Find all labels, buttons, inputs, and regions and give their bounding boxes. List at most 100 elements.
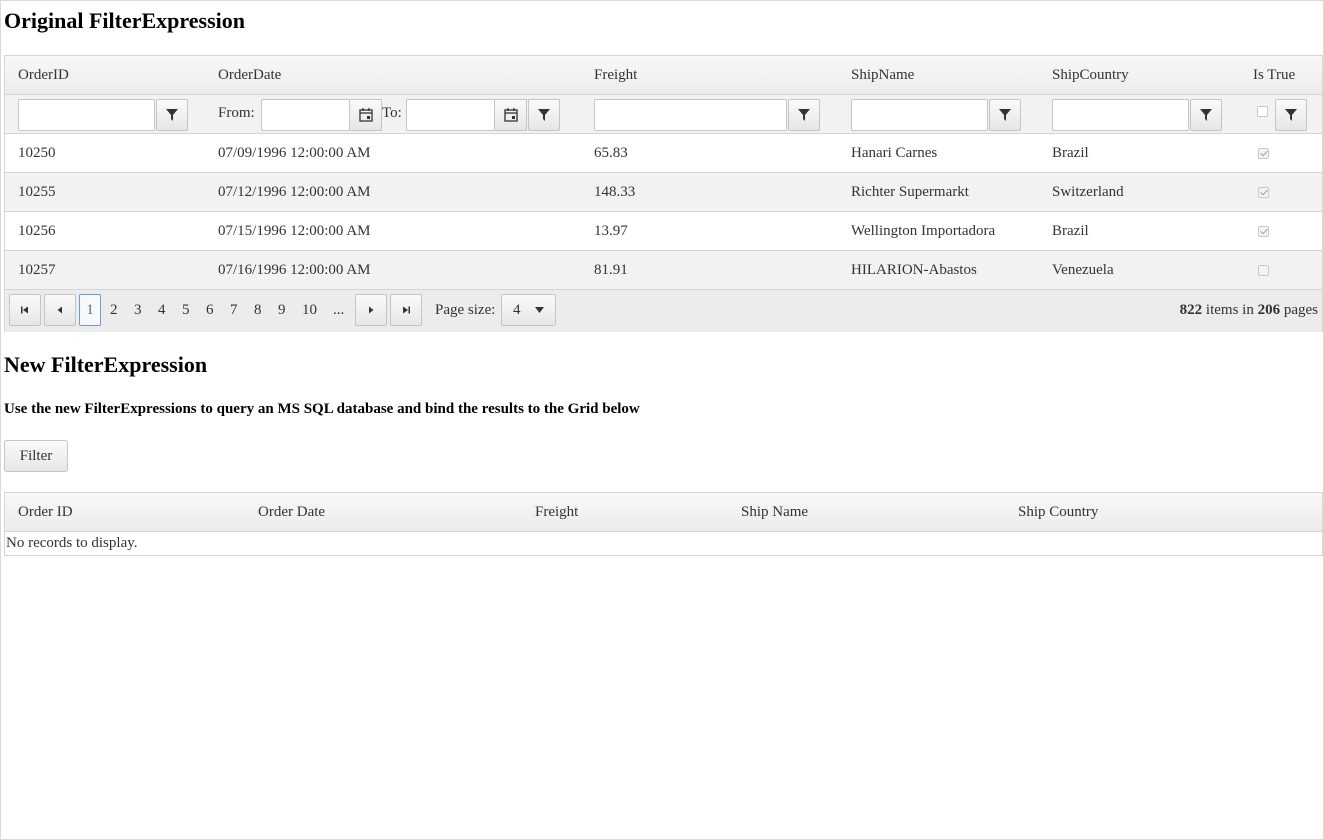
orderid-filter-button[interactable] — [156, 99, 188, 131]
cell-shipname: HILARION-Abastos — [851, 262, 977, 278]
column-header-order-id[interactable]: Order ID — [18, 504, 73, 521]
first-page-button[interactable] — [9, 294, 41, 326]
page-10[interactable]: 10 — [302, 302, 317, 319]
filter-icon — [166, 109, 178, 121]
grid-header-row: OrderID OrderDate Freight ShipName ShipC… — [5, 56, 1322, 95]
orderid-filter-input[interactable] — [18, 99, 155, 131]
pager-summary: 822 items in 206 pages — [1180, 302, 1318, 319]
table-row[interactable]: 10250 07/09/1996 12:00:00 AM 65.83 Hanar… — [5, 134, 1322, 173]
cell-orderid: 10257 — [18, 262, 56, 278]
column-header-shipcountry[interactable]: ShipCountry — [1052, 67, 1129, 84]
prev-page-icon — [57, 306, 62, 314]
next-page-button[interactable] — [355, 294, 387, 326]
last-page-icon — [403, 306, 410, 314]
filter-icon — [1285, 109, 1297, 121]
page-3[interactable]: 3 — [134, 302, 142, 319]
orders-grid: OrderID OrderDate Freight ShipName ShipC… — [4, 55, 1323, 332]
table-row[interactable]: 10257 07/16/1996 12:00:00 AM 81.91 HILAR… — [5, 251, 1322, 290]
cell-shipname: Hanari Carnes — [851, 145, 938, 161]
freight-filter-button[interactable] — [788, 99, 820, 131]
total-pages: 206 — [1257, 302, 1281, 318]
items-in-label: items in — [1205, 302, 1254, 318]
cell-istrue-checkbox — [1258, 148, 1269, 159]
cell-freight: 81.91 — [594, 262, 628, 278]
table-row[interactable]: 10256 07/15/1996 12:00:00 AM 13.97 Welli… — [5, 212, 1322, 251]
filter-button[interactable]: Filter — [4, 440, 68, 472]
cell-istrue-checkbox — [1258, 265, 1269, 276]
results-grid: Order ID Order Date Freight Ship Name Sh… — [4, 492, 1323, 556]
column-header-order-date[interactable]: Order Date — [258, 504, 325, 521]
page-size-value: 4 — [513, 302, 521, 318]
column-header-istrue[interactable]: Is True — [1253, 67, 1295, 84]
date-to-label: To: — [382, 105, 402, 121]
istrue-filter-checkbox[interactable] — [1257, 106, 1268, 117]
column-header-freight[interactable]: Freight — [594, 67, 637, 84]
results-header-row: Order ID Order Date Freight Ship Name Sh… — [5, 493, 1322, 532]
page-size-label: Page size: — [435, 302, 496, 318]
total-items: 822 — [1179, 302, 1203, 318]
page-5[interactable]: 5 — [182, 302, 190, 319]
page-7[interactable]: 7 — [230, 302, 238, 319]
grid-pager: 1 2 3 4 5 6 7 8 9 10 ... Page size: 4 82… — [5, 290, 1322, 332]
page-more[interactable]: ... — [333, 302, 344, 319]
column-header-freight[interactable]: Freight — [535, 504, 578, 521]
cell-istrue-checkbox — [1258, 226, 1269, 237]
cell-istrue-checkbox — [1258, 187, 1269, 198]
filter-icon — [798, 109, 810, 121]
cell-orderid: 10256 — [18, 223, 56, 239]
shipname-filter-button[interactable] — [989, 99, 1021, 131]
cell-orderdate: 07/16/1996 12:00:00 AM — [218, 262, 371, 278]
column-header-orderid[interactable]: OrderID — [18, 67, 69, 84]
first-page-icon — [21, 306, 28, 314]
page-1[interactable]: 1 — [79, 294, 101, 326]
cell-orderdate: 07/15/1996 12:00:00 AM — [218, 223, 371, 239]
cell-freight: 13.97 — [594, 223, 628, 239]
cell-shipcountry: Switzerland — [1052, 184, 1124, 200]
cell-freight: 148.33 — [594, 184, 636, 200]
filter-icon — [1200, 109, 1212, 121]
date-to-input[interactable] — [406, 99, 495, 131]
shipcountry-filter-button[interactable] — [1190, 99, 1222, 131]
calendar-icon — [503, 108, 518, 122]
date-from-input[interactable] — [261, 99, 350, 131]
column-header-shipname[interactable]: ShipName — [851, 67, 914, 84]
cell-orderdate: 07/12/1996 12:00:00 AM — [218, 184, 371, 200]
cell-shipcountry: Brazil — [1052, 223, 1089, 239]
empty-message: No records to display. — [6, 535, 138, 551]
cell-shipname: Richter Supermarkt — [851, 184, 969, 200]
cell-shipcountry: Venezuela — [1052, 262, 1114, 278]
column-header-ship-name[interactable]: Ship Name — [741, 504, 808, 521]
prev-page-button[interactable] — [44, 294, 76, 326]
filter-icon — [999, 109, 1011, 121]
calendar-icon — [358, 108, 373, 122]
page-8[interactable]: 8 — [254, 302, 262, 319]
column-header-orderdate[interactable]: OrderDate — [218, 67, 281, 84]
cell-orderdate: 07/09/1996 12:00:00 AM — [218, 145, 371, 161]
page-size-select[interactable]: 4 — [501, 294, 556, 326]
section-title-original: Original FilterExpression — [4, 8, 245, 33]
freight-filter-input[interactable] — [594, 99, 787, 131]
cell-freight: 65.83 — [594, 145, 628, 161]
dropdown-arrow-icon — [535, 307, 544, 313]
istrue-filter-button[interactable] — [1275, 99, 1307, 131]
cell-shipcountry: Brazil — [1052, 145, 1089, 161]
column-header-ship-country[interactable]: Ship Country — [1018, 504, 1098, 521]
page-9[interactable]: 9 — [278, 302, 286, 319]
date-from-label: From: — [218, 105, 255, 121]
page-2[interactable]: 2 — [110, 302, 118, 319]
orderdate-filter-button[interactable] — [528, 99, 560, 131]
table-row[interactable]: 10255 07/12/1996 12:00:00 AM 148.33 Rich… — [5, 173, 1322, 212]
next-page-icon — [369, 306, 374, 314]
shipname-filter-input[interactable] — [851, 99, 988, 131]
cell-orderid: 10250 — [18, 145, 56, 161]
shipcountry-filter-input[interactable] — [1052, 99, 1189, 131]
page-6[interactable]: 6 — [206, 302, 214, 319]
section-title-new: New FilterExpression — [4, 352, 208, 377]
date-to-calendar-button[interactable] — [495, 99, 527, 131]
pages-label: pages — [1283, 302, 1318, 318]
last-page-button[interactable] — [390, 294, 422, 326]
date-from-calendar-button[interactable] — [350, 99, 382, 131]
page-4[interactable]: 4 — [158, 302, 166, 319]
cell-shipname: Wellington Importadora — [851, 223, 996, 239]
filter-icon — [538, 109, 550, 121]
